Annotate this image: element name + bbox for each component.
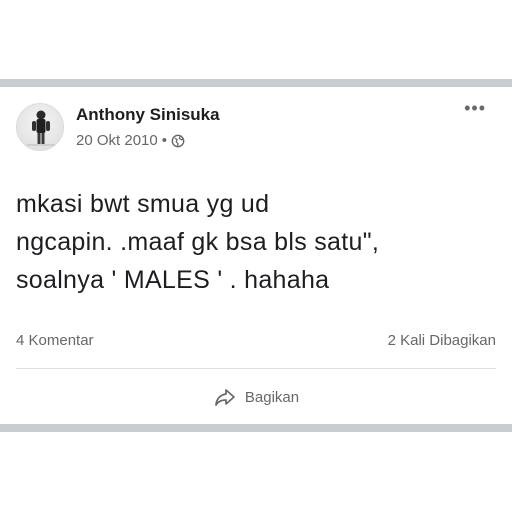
post-date[interactable]: 20 Okt 2010: [76, 132, 158, 149]
share-arrow-icon: [215, 389, 235, 406]
post-meta: 20 Okt 2010 •: [76, 132, 185, 149]
post-stats: 4 Komentar 2 Kali Dibagikan: [16, 332, 496, 352]
comments-count[interactable]: 4 Komentar: [16, 332, 94, 349]
actions-divider: [16, 368, 496, 369]
post-text: mkasi bwt smua yg ud ngcapin. .maaf gk b…: [16, 190, 380, 294]
meta-separator: •: [161, 132, 167, 149]
more-options-icon[interactable]: •••: [464, 99, 486, 117]
globe-icon[interactable]: [171, 134, 185, 148]
feed-separator-top: [0, 79, 512, 87]
share-label: Bagikan: [244, 388, 300, 406]
avatar[interactable]: [16, 103, 64, 151]
feed-separator-bottom: [0, 424, 512, 432]
author-name[interactable]: Anthony Sinisuka: [76, 105, 220, 125]
share-button[interactable]: Bagikan: [0, 382, 512, 412]
shares-count[interactable]: 2 Kali Dibagikan: [388, 332, 496, 349]
post-card: Anthony Sinisuka 20 Okt 2010 • ••• mkasi…: [0, 87, 512, 424]
avatar-image: [27, 110, 57, 146]
